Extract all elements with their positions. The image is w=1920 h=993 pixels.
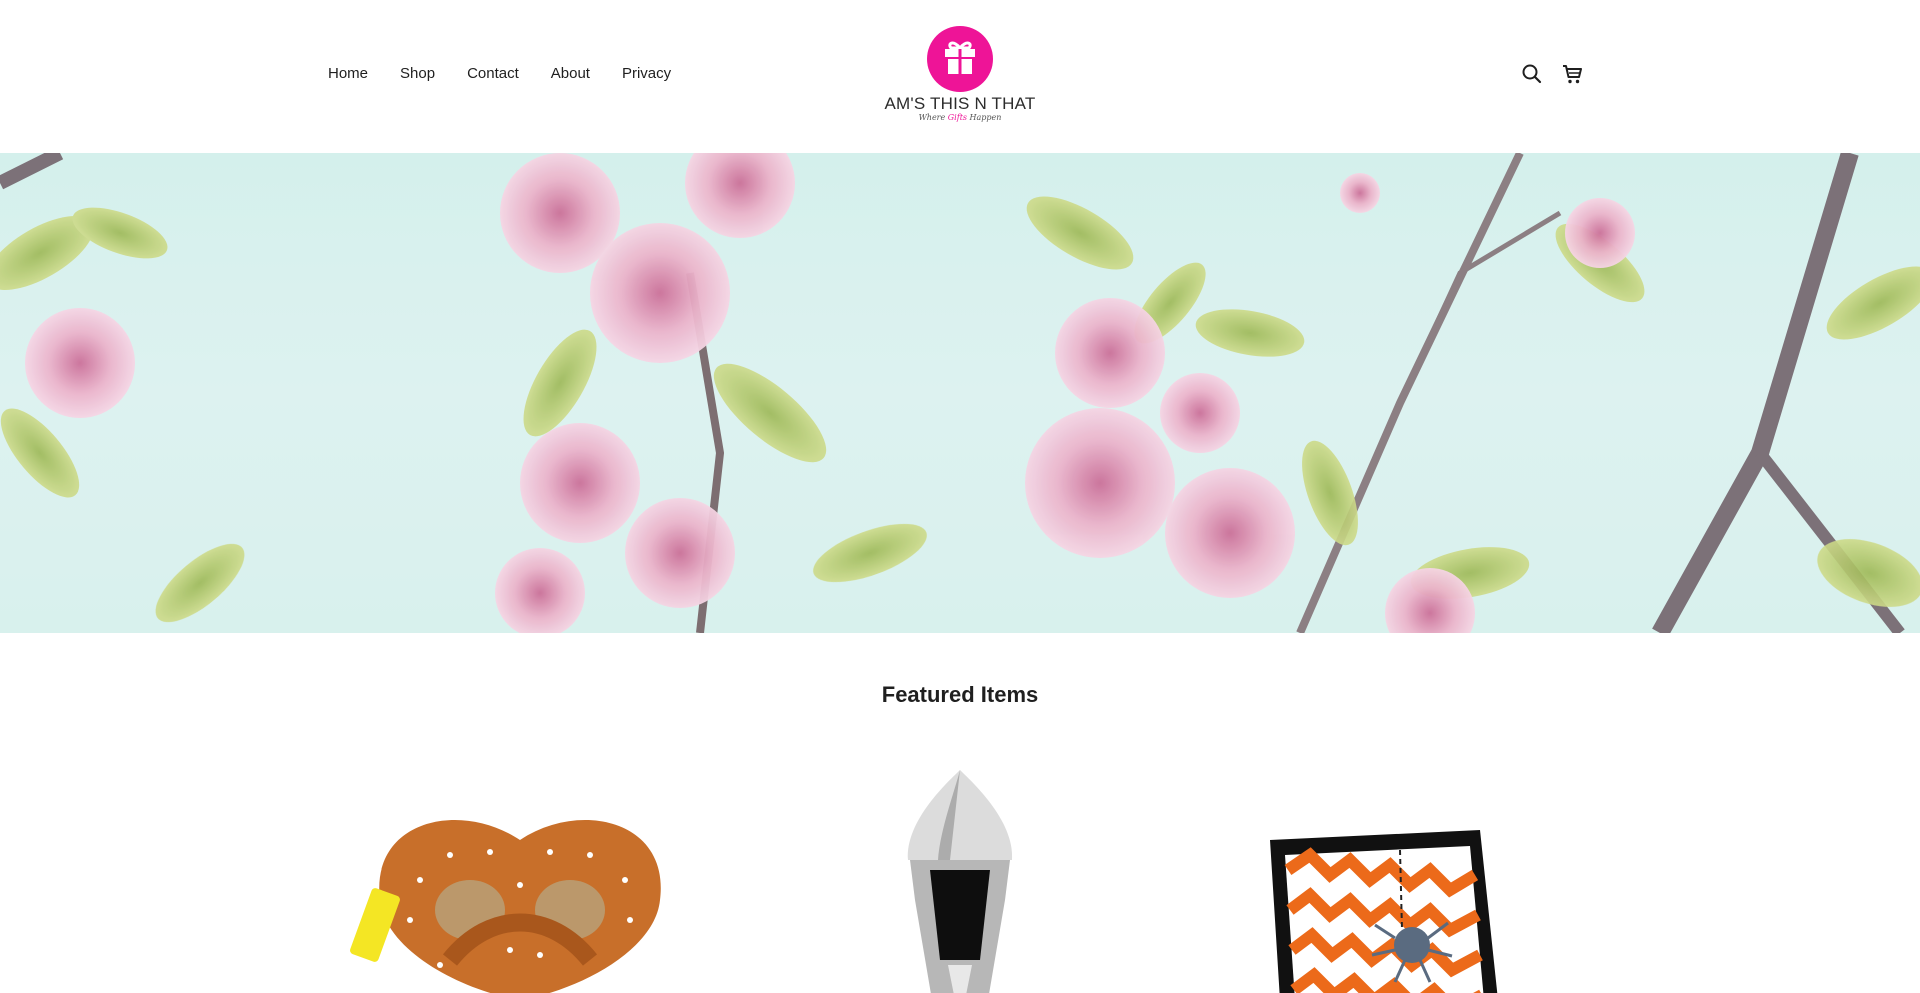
- main-nav: Home Shop Contact About Privacy: [328, 64, 703, 84]
- brand-tagline: Where Gifts Happen: [880, 113, 1040, 122]
- hero-banner-image: [0, 153, 1920, 633]
- tagline-mid: Gifts: [947, 113, 968, 122]
- gift-logo-icon: [927, 26, 993, 92]
- site-header: Home Shop Contact About Privacy AM'S THI…: [0, 0, 1920, 153]
- nav-about[interactable]: About: [551, 64, 590, 84]
- tagline-pre: Where: [918, 113, 948, 122]
- featured-title: Featured Items: [881, 682, 1039, 707]
- nav-privacy[interactable]: Privacy: [622, 64, 671, 84]
- cart-icon[interactable]: [1561, 63, 1583, 85]
- brand-name: AM'S THIS N THAT: [884, 94, 1036, 113]
- halloween-pillow-image[interactable]: [1230, 760, 1590, 993]
- header-icons: [1521, 63, 1583, 85]
- site-logo[interactable]: AM'S THIS N THAT Where Gifts Happen: [880, 26, 1040, 126]
- makeup-brush-image[interactable]: [780, 760, 1140, 993]
- nav-contact[interactable]: Contact: [467, 64, 519, 84]
- nav-shop[interactable]: Shop: [400, 64, 435, 84]
- nav-home[interactable]: Home: [328, 64, 368, 84]
- pretzel-bag-image[interactable]: [340, 760, 700, 993]
- tagline-post: Happen: [967, 113, 1002, 122]
- search-icon[interactable]: [1521, 63, 1543, 85]
